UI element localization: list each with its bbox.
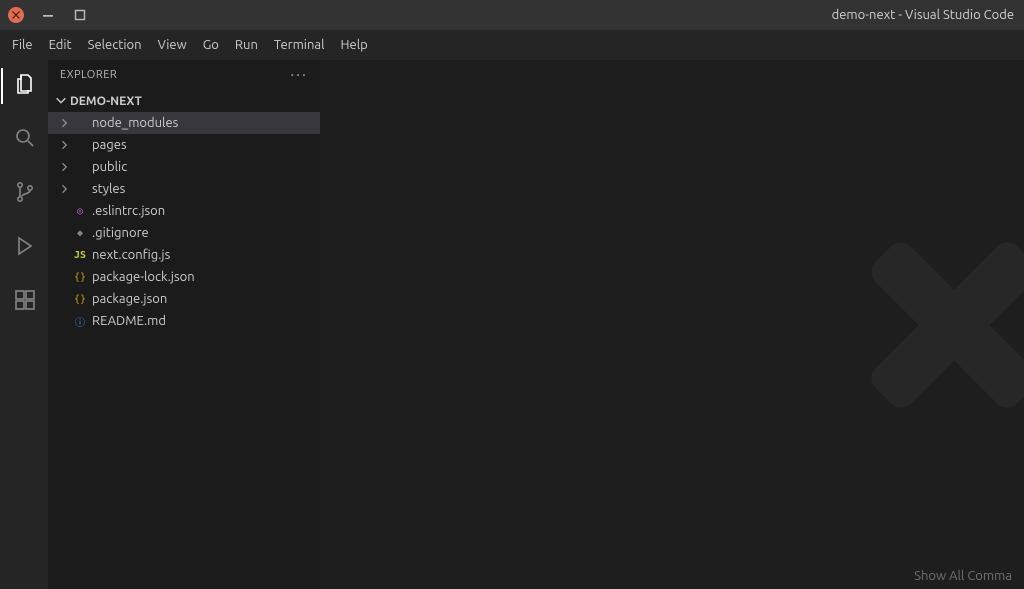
window-title: demo-next - Visual Studio Code: [832, 0, 1014, 30]
menu-file[interactable]: File: [4, 34, 41, 56]
window-close-button[interactable]: [8, 7, 24, 23]
tree-item-label: styles: [92, 182, 125, 196]
file-row[interactable]: {} package-lock.json: [48, 266, 320, 288]
tree-item-label: next.config.js: [92, 248, 170, 262]
tree-item-label: pages: [92, 138, 127, 152]
json-icon: {}: [72, 269, 88, 285]
chevron-right-icon: [56, 181, 72, 197]
chevron-right-icon: [56, 115, 72, 131]
activity-source-control[interactable]: [1, 174, 49, 214]
files-icon: [13, 72, 37, 100]
chevron-right-icon: [56, 203, 72, 219]
git-icon: ◆: [72, 225, 88, 241]
play-bug-icon: [13, 234, 37, 262]
file-tree: node_modulespages public styles ◎ .eslintrc.…: [48, 112, 320, 589]
chevron-down-icon: [54, 93, 70, 110]
menu-go[interactable]: Go: [195, 34, 227, 56]
chevron-right-icon: [56, 225, 72, 241]
window-maximize-button[interactable]: [72, 7, 88, 23]
activity-run-debug[interactable]: [1, 228, 49, 268]
menu-help[interactable]: Help: [332, 34, 375, 56]
sidebar-more-button[interactable]: ···: [290, 66, 308, 84]
menu-edit[interactable]: Edit: [41, 34, 80, 56]
tree-item-label: node_modules: [92, 116, 178, 130]
extensions-icon: [13, 288, 37, 316]
menu-terminal[interactable]: Terminal: [266, 34, 333, 56]
menu-bar: FileEditSelectionViewGoRunTerminalHelp: [0, 30, 1024, 60]
info-icon: ⓘ: [72, 313, 88, 329]
menu-selection[interactable]: Selection: [80, 34, 150, 56]
file-row[interactable]: JS next.config.js: [48, 244, 320, 266]
tree-item-label: package-lock.json: [92, 270, 195, 284]
activity-search[interactable]: [1, 120, 49, 160]
folder-row[interactable]: styles: [48, 178, 320, 200]
branch-icon: [13, 180, 37, 208]
folder-icon: [72, 115, 88, 131]
watermark-x-icon: [854, 225, 1024, 425]
file-row[interactable]: ◎ .eslintrc.json: [48, 200, 320, 222]
chevron-right-icon: [56, 291, 72, 307]
js-icon: JS: [72, 247, 88, 263]
project-header[interactable]: DEMO-NEXT: [48, 90, 320, 112]
window-minimize-button[interactable]: [40, 7, 56, 23]
menu-view[interactable]: View: [150, 34, 195, 56]
folder-icon: [72, 137, 88, 153]
tree-item-label: README.md: [92, 314, 166, 328]
folder-icon: [72, 181, 88, 197]
chevron-right-icon: [56, 247, 72, 263]
titlebar: demo-next - Visual Studio Code: [0, 0, 1024, 30]
folder-row[interactable]: pages: [48, 134, 320, 156]
chevron-right-icon: [56, 269, 72, 285]
editor-area: Show All Comma: [320, 60, 1024, 589]
folder-icon: [72, 159, 88, 175]
activity-extensions[interactable]: [1, 282, 49, 322]
file-row[interactable]: ⓘ README.md: [48, 310, 320, 332]
sidebar-title: EXPLORER: [60, 69, 117, 81]
explorer-sidebar: EXPLORER ··· DEMO-NEXT node_modulespages…: [48, 60, 320, 589]
tree-item-label: .eslintrc.json: [92, 204, 165, 218]
chevron-right-icon: [56, 159, 72, 175]
tree-item-label: public: [92, 160, 127, 174]
eslint-icon: ◎: [72, 203, 88, 219]
menu-run[interactable]: Run: [227, 34, 266, 56]
folder-row[interactable]: node_modules: [48, 112, 320, 134]
file-row[interactable]: ◆ .gitignore: [48, 222, 320, 244]
project-name: DEMO-NEXT: [70, 95, 142, 108]
command-hint[interactable]: Show All Comma: [914, 569, 1012, 583]
activity-bar: [0, 60, 48, 589]
file-row[interactable]: {} package.json: [48, 288, 320, 310]
tree-item-label: .gitignore: [92, 226, 149, 240]
tree-item-label: package.json: [92, 292, 167, 306]
activity-explorer[interactable]: [1, 66, 49, 106]
chevron-right-icon: [56, 137, 72, 153]
search-icon: [13, 126, 37, 154]
chevron-right-icon: [56, 313, 72, 329]
json-icon: {}: [72, 291, 88, 307]
folder-row[interactable]: public: [48, 156, 320, 178]
